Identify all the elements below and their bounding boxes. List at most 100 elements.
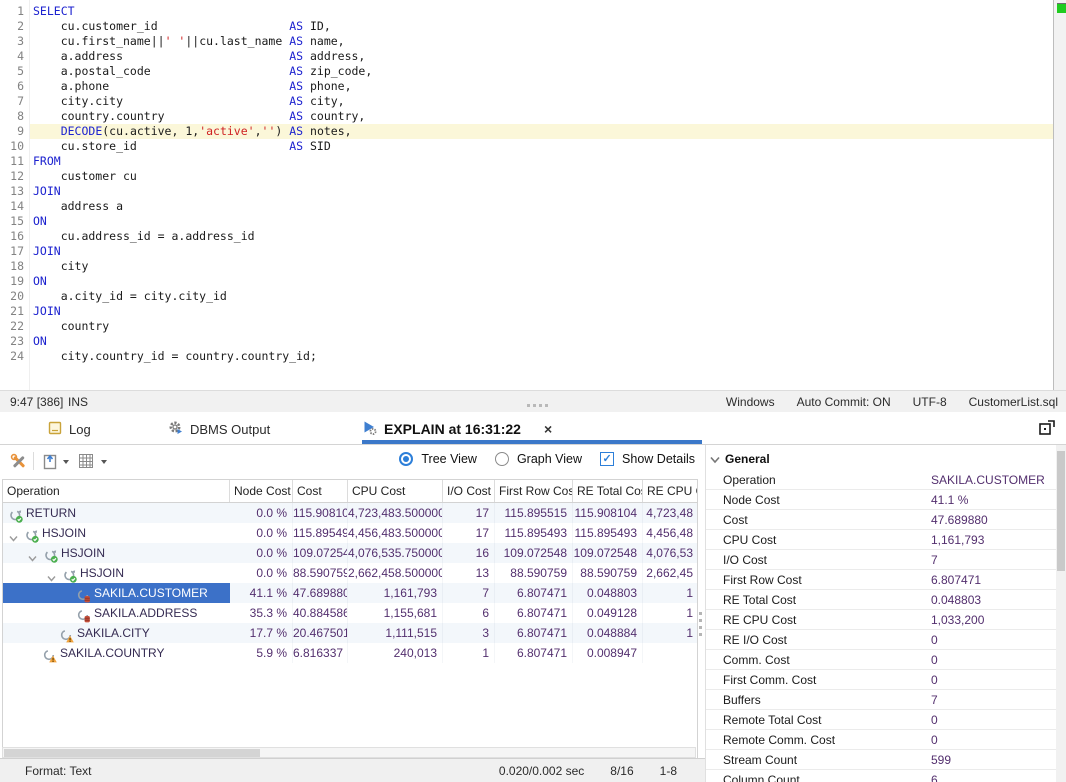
- detail-row-node-cost: Node Cost41.1 %: [706, 490, 1057, 510]
- column-header-operation[interactable]: Operation: [3, 480, 230, 502]
- editor-line[interactable]: 19ON: [0, 274, 1053, 289]
- editor-line[interactable]: 18 city: [0, 259, 1053, 274]
- encoding[interactable]: UTF-8: [913, 395, 947, 409]
- editor-line[interactable]: 5 a.postal_code AS zip_code,: [0, 64, 1053, 79]
- grid-view-icon[interactable]: [78, 453, 94, 469]
- detail-value: 599: [931, 750, 951, 770]
- checkbox-label[interactable]: Show Details: [622, 452, 695, 466]
- plan-cell: 115.908104: [573, 503, 643, 523]
- sql-editor[interactable]: 1SELECT2 cu.customer_id AS ID,3 cu.first…: [0, 0, 1066, 390]
- plan-cell: 17.7 %: [230, 623, 293, 643]
- plan-row-sakila-country[interactable]: SAKILA.COUNTRY5.9 %6.816337240,01316.807…: [3, 643, 697, 663]
- plan-cell: 6.807471: [495, 623, 573, 643]
- gear-icon: [168, 420, 183, 438]
- column-header-re-total-cost[interactable]: RE Total Cost: [573, 480, 643, 502]
- vertical-scrollbar[interactable]: [1056, 445, 1066, 782]
- operation-cell[interactable]: SAKILA.COUNTRY: [3, 643, 230, 663]
- editor-line[interactable]: 7 city.city AS city,: [0, 94, 1053, 109]
- vertical-scrollbar-thumb[interactable]: [1057, 451, 1065, 571]
- autocommit-status[interactable]: Auto Commit: ON: [797, 395, 891, 409]
- operation-cell[interactable]: HSJOIN: [3, 543, 230, 563]
- editor-line[interactable]: 10 cu.store_id AS SID: [0, 139, 1053, 154]
- open-in-window-icon[interactable]: [1038, 420, 1056, 436]
- column-header-i-o-cost[interactable]: I/O Cost: [443, 480, 495, 502]
- export-dropdown-caret[interactable]: [63, 460, 69, 464]
- plan-cell: 47.689880: [293, 583, 348, 603]
- plan-cell: 2,662,45: [643, 563, 698, 583]
- column-header-first-row-cost[interactable]: First Row Cost: [495, 480, 573, 502]
- pane-splitter-handle[interactable]: [699, 612, 702, 636]
- editor-line[interactable]: 8 country.country AS country,: [0, 109, 1053, 124]
- column-header-cost[interactable]: Cost: [293, 480, 348, 502]
- line-number: 17: [0, 244, 24, 259]
- line-number: 1: [0, 4, 24, 19]
- editor-line[interactable]: 2 cu.customer_id AS ID,: [0, 19, 1053, 34]
- detail-row-re-i-o-cost: RE I/O Cost0: [706, 630, 1057, 650]
- editor-line[interactable]: 9 DECODE(cu.active, 1,'active','') AS no…: [0, 124, 1053, 139]
- editor-line[interactable]: 12 customer cu: [0, 169, 1053, 184]
- plan-row-hsjoin[interactable]: HSJOIN0.0 %115.8954934,456,483.500000171…: [3, 523, 697, 543]
- chevron-down-icon: [710, 456, 720, 464]
- editor-line[interactable]: 23ON: [0, 334, 1053, 349]
- plan-row-hsjoin[interactable]: HSJOIN0.0 %109.0725484,076,535.750000161…: [3, 543, 697, 563]
- radio-label[interactable]: Tree View: [421, 452, 477, 466]
- column-header-cpu-cost[interactable]: CPU Cost: [348, 480, 443, 502]
- checkbox-show-details[interactable]: ✓: [600, 452, 614, 466]
- plan-row-sakila-address[interactable]: SAKILA.ADDRESS35.3 %40.8845861,155,68166…: [3, 603, 697, 623]
- editor-line[interactable]: 16 cu.address_id = a.address_id: [0, 229, 1053, 244]
- operation-cell[interactable]: SAKILA.CUSTOMER: [3, 583, 230, 603]
- inspection-ok-indicator[interactable]: [1057, 3, 1066, 13]
- code-text: JOIN: [33, 184, 61, 199]
- editor-line[interactable]: 13JOIN: [0, 184, 1053, 199]
- editor-line[interactable]: 6 a.phone AS phone,: [0, 79, 1053, 94]
- editor-line[interactable]: 3 cu.first_name||' '||cu.last_name AS na…: [0, 34, 1053, 49]
- plan-table-header[interactable]: OperationNode CostCostCPU CostI/O CostFi…: [3, 480, 697, 503]
- detail-row-comm-cost: Comm. Cost0: [706, 650, 1057, 670]
- operation-label: HSJOIN: [42, 523, 86, 543]
- code-text: FROM: [33, 154, 61, 169]
- radio-tree-view[interactable]: [399, 452, 413, 466]
- editor-line[interactable]: 1SELECT: [0, 4, 1053, 19]
- editor-line[interactable]: 11FROM: [0, 154, 1053, 169]
- editor-lines[interactable]: 1SELECT2 cu.customer_id AS ID,3 cu.first…: [0, 4, 1053, 364]
- editor-line[interactable]: 17JOIN: [0, 244, 1053, 259]
- line-endings[interactable]: Windows: [726, 395, 775, 409]
- radio-label[interactable]: Graph View: [517, 452, 582, 466]
- settings-tools-icon[interactable]: [10, 453, 28, 471]
- panel-splitter-handle[interactable]: [527, 404, 548, 407]
- operation-cell[interactable]: SAKILA.ADDRESS: [3, 603, 230, 623]
- editor-line[interactable]: 24 city.country_id = country.country_id;: [0, 349, 1053, 364]
- column-header-re-cpu-c[interactable]: RE CPU C: [643, 480, 698, 502]
- editor-line[interactable]: 14 address a: [0, 199, 1053, 214]
- plan-row-hsjoin[interactable]: HSJOIN0.0 %88.5907592,662,458.5000001388…: [3, 563, 697, 583]
- editor-line[interactable]: 21JOIN: [0, 304, 1053, 319]
- detail-label: RE CPU Cost: [723, 610, 796, 630]
- radio-graph-view[interactable]: [495, 452, 509, 466]
- editor-line[interactable]: 4 a.address AS address,: [0, 49, 1053, 64]
- grid-dropdown-caret[interactable]: [101, 460, 107, 464]
- plan-cell: 115.895493: [293, 523, 348, 543]
- plan-row-sakila-customer[interactable]: SAKILA.CUSTOMER41.1 %47.6898801,161,7937…: [3, 583, 697, 603]
- editor-line[interactable]: 20 a.city_id = city.city_id: [0, 289, 1053, 304]
- detail-label: Remote Total Cost: [723, 710, 822, 730]
- operation-cell[interactable]: RETURN: [3, 503, 230, 523]
- editor-line[interactable]: 15ON: [0, 214, 1053, 229]
- code-text: a.postal_code AS zip_code,: [33, 64, 372, 79]
- line-number: 23: [0, 334, 24, 349]
- operation-cell[interactable]: HSJOIN: [3, 523, 230, 543]
- close-icon[interactable]: ×: [544, 421, 552, 437]
- operation-cell[interactable]: HSJOIN: [3, 563, 230, 583]
- column-header-node-cost[interactable]: Node Cost: [230, 480, 293, 502]
- plan-row-return[interactable]: RETURN0.0 %115.9081044,723,483.500000171…: [3, 503, 697, 523]
- line-number: 6: [0, 79, 24, 94]
- horizontal-scrollbar-thumb[interactable]: [4, 749, 260, 757]
- export-icon[interactable]: [42, 453, 58, 471]
- tab-explain-at-16-31-22[interactable]: EXPLAIN at 16:31:22×: [362, 417, 552, 441]
- tab-log[interactable]: Log: [48, 417, 91, 441]
- plan-row-sakila-city[interactable]: SAKILA.CITY17.7 %20.4675011,111,51536.80…: [3, 623, 697, 643]
- editor-line[interactable]: 22 country: [0, 319, 1053, 334]
- horizontal-scrollbar[interactable]: [2, 747, 696, 758]
- detail-row-first-row-cost: First Row Cost6.807471: [706, 570, 1057, 590]
- tab-dbms-output[interactable]: DBMS Output: [168, 417, 270, 441]
- operation-cell[interactable]: SAKILA.CITY: [3, 623, 230, 643]
